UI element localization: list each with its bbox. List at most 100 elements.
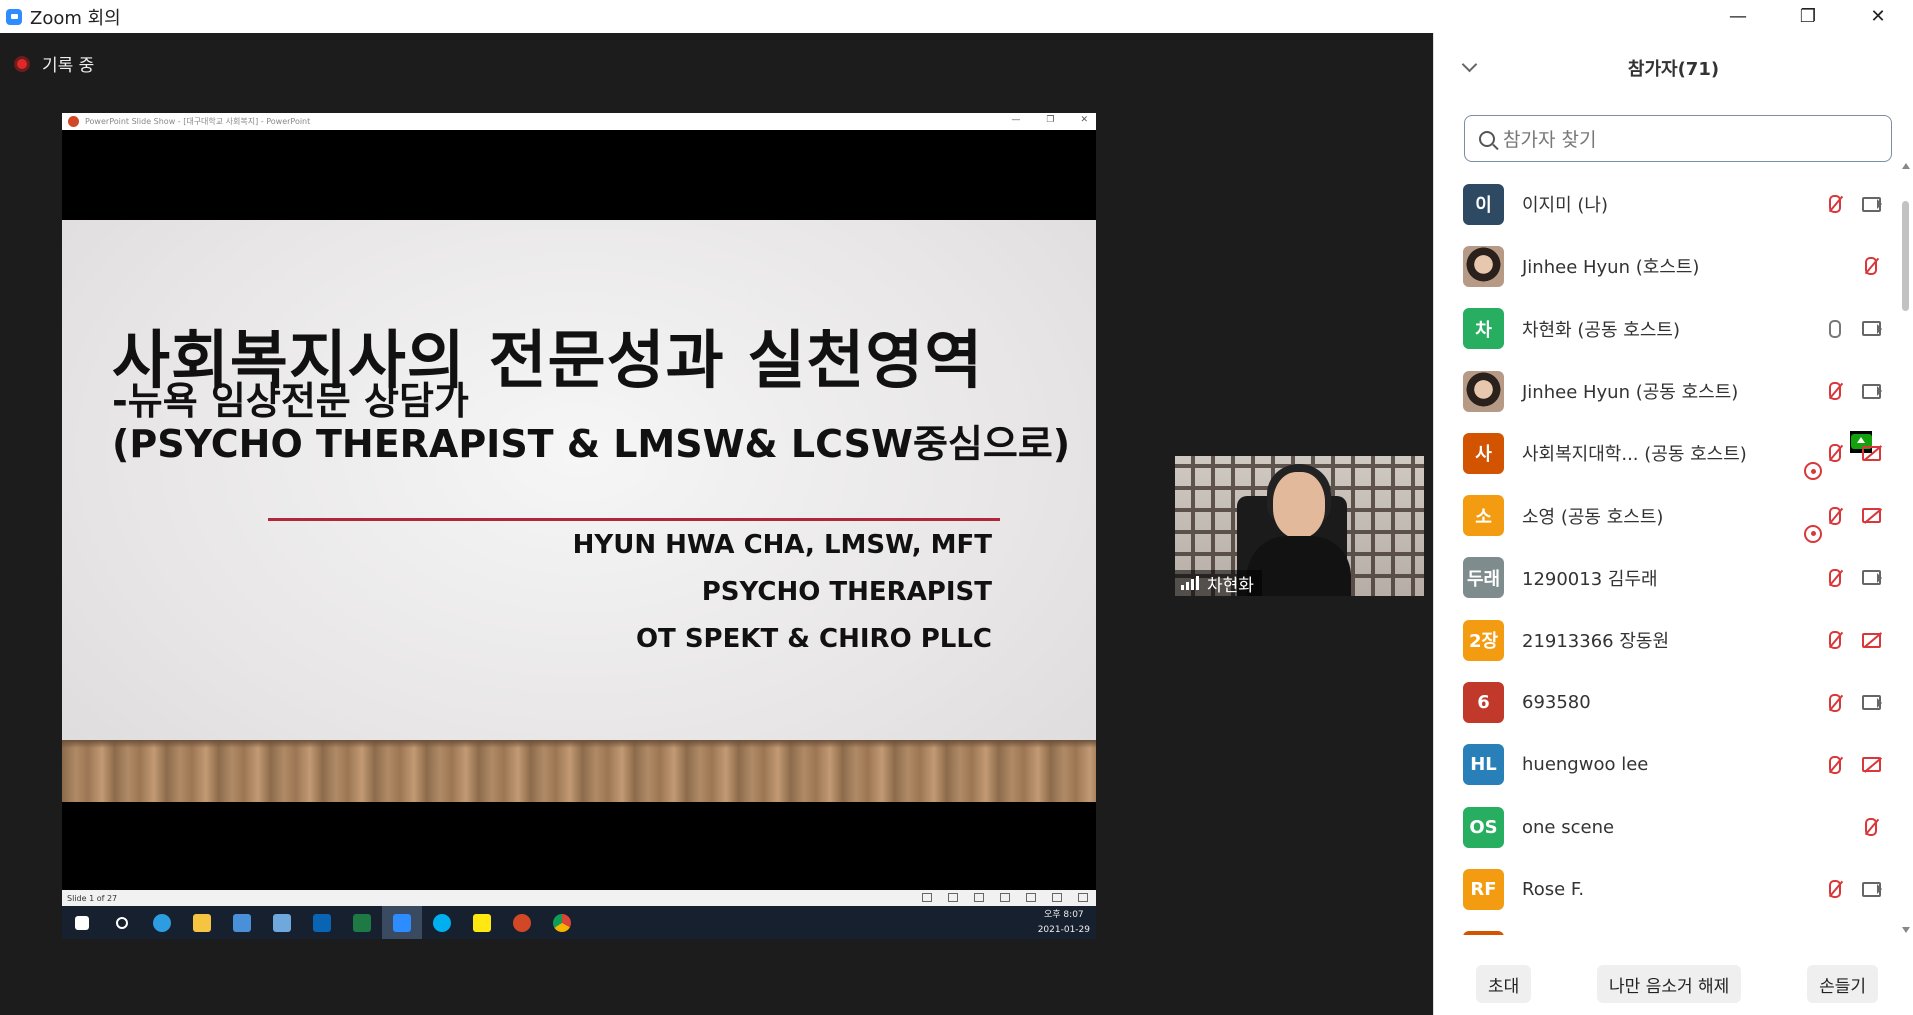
participant-name: 이지미 (나) <box>1522 195 1609 217</box>
avatar: HL <box>1463 744 1504 786</box>
participant-name: Jinhee Hyun (공동 호스트) <box>1522 382 1739 404</box>
participant-row[interactable]: 이 이지미 (나) <box>1434 173 1904 235</box>
slide-divider <box>268 518 1000 521</box>
raise-hand-button[interactable]: 손들기 <box>1807 965 1878 1003</box>
microphone-icon <box>1824 318 1846 340</box>
camera-icon <box>1860 567 1882 589</box>
participant-row[interactable]: 두래 1290013 김두래 <box>1434 547 1904 609</box>
chrome-icon <box>542 906 582 939</box>
participant-name: 소영 (공동 호스트) <box>1522 506 1664 528</box>
participant-row[interactable]: Jinhee Hyun (호스트) <box>1434 235 1904 297</box>
recording-dot-icon <box>14 55 30 72</box>
outlook-icon <box>302 906 342 939</box>
minimize-button[interactable]: — <box>1703 0 1773 33</box>
store-icon <box>222 906 262 939</box>
zoom-icon <box>382 906 422 939</box>
recording-indicator[interactable]: 기록 중 <box>14 51 94 76</box>
participant-name: 693580 <box>1522 692 1591 714</box>
participant-scrollbar[interactable] <box>1902 163 1910 933</box>
camera-off-icon <box>1860 754 1882 776</box>
slide-counter: Slide 1 of 27 <box>67 893 118 903</box>
shared-screen[interactable]: PowerPoint Slide Show - [대구대학교 사회복지] - P… <box>62 113 1096 939</box>
participant-name: 1290013 김두래 <box>1522 568 1658 590</box>
microphone-muted-icon <box>1824 878 1846 900</box>
participant-row[interactable]: OS one scene <box>1434 796 1904 858</box>
participant-row[interactable]: 소 소영 (공동 호스트) <box>1434 484 1904 546</box>
search-icon <box>102 906 142 939</box>
camera-icon <box>1860 878 1882 900</box>
close-button[interactable]: ✕ <box>1843 0 1913 33</box>
participant-row[interactable]: 2장 21913366 장동원 <box>1434 609 1904 671</box>
skype-icon <box>422 906 462 939</box>
search-placeholder: 참가자 찾기 <box>1503 129 1597 151</box>
avatar <box>1463 245 1504 287</box>
avatar: 이 <box>1463 183 1504 225</box>
slide-subtitle-2: (PSYCHO THERAPIST & LMSW& LCSW중심으로) <box>112 422 1071 466</box>
participant-search-input[interactable]: 참가자 찾기 <box>1464 115 1892 162</box>
edge-icon <box>142 906 182 939</box>
avatar: 6 <box>1463 682 1504 724</box>
avatar: 강 <box>1463 931 1504 935</box>
participants-footer: 초대 나만 음소거 해제 손들기 <box>1434 965 1904 1003</box>
ppt-window-title: PowerPoint Slide Show - [대구대학교 사회복지] - P… <box>85 117 311 126</box>
slide-wood-floor <box>62 740 1096 802</box>
clock-time: 오후 8:07 <box>1044 910 1084 920</box>
file-explorer-icon <box>182 906 222 939</box>
participant-row[interactable]: 차 차현화 (공동 호스트) <box>1434 298 1904 453</box>
powerpoint-icon <box>502 906 542 939</box>
slide-author-line: OT SPEKT & CHIRO PLLC <box>635 624 992 654</box>
participant-list: 이 이지미 (나) Jinhee Hyun (호스트) 차 차현화 (공동 호스트) Ji… <box>1434 173 1904 935</box>
participant-name: huengwoo lee <box>1522 754 1649 776</box>
avatar: RF <box>1463 868 1504 910</box>
participant-row[interactable]: 6 693580 <box>1434 671 1904 733</box>
ppt-window-bar: PowerPoint Slide Show - [대구대학교 사회복지] - P… <box>62 113 1096 130</box>
participant-row[interactable]: 강강경지 <box>1434 921 1904 935</box>
camera-icon <box>1860 318 1882 340</box>
recording-label: 기록 중 <box>42 56 95 76</box>
avatar: 차 <box>1463 308 1504 350</box>
participant-row[interactable]: 사 사회복지대학... (공동 호스트) <box>1434 422 1904 484</box>
powerpoint-icon <box>68 116 79 127</box>
collapse-chevron-icon[interactable] <box>1461 56 1478 73</box>
recording-icon <box>1802 460 1824 482</box>
participants-panel: 참가자(71) 참가자 찾기 이 이지미 (나) Jinhee Hyun (호스트)… <box>1433 33 1913 1015</box>
camera-icon <box>1860 193 1882 215</box>
participants-header: 참가자(71) <box>1434 33 1913 103</box>
participant-name: one scene <box>1522 816 1615 838</box>
camera-off-icon <box>1860 629 1882 651</box>
microphone-muted-icon <box>1824 567 1846 589</box>
unmute-me-button[interactable]: 나만 음소거 해제 <box>1597 965 1742 1003</box>
avatar: 두래 <box>1463 557 1504 599</box>
taskbar-clock: 오후 8:07 2021-01-29 <box>1038 908 1090 938</box>
video-tile[interactable]: 차현화 <box>1175 456 1424 596</box>
kakaotalk-icon <box>462 906 502 939</box>
excel-icon <box>342 906 382 939</box>
microphone-muted-icon <box>1860 255 1882 277</box>
video-participant-name: 차현화 <box>1207 575 1254 596</box>
window-titlebar: Zoom 회의 — ❐ ✕ <box>0 0 1913 33</box>
maximize-button[interactable]: ❐ <box>1773 0 1843 33</box>
slide-author-line: HYUN HWA CHA, LMSW, MFT <box>572 530 992 560</box>
participant-row[interactable]: Jinhee Hyun (공동 호스트) <box>1434 360 1904 422</box>
windows-taskbar: 오후 8:07 2021-01-29 <box>62 906 1096 939</box>
search-icon <box>1479 130 1495 147</box>
participant-row[interactable]: RF Rose F. <box>1434 858 1904 920</box>
avatar <box>1463 370 1504 412</box>
recording-icon <box>1802 523 1824 545</box>
participant-name: 21913366 장동원 <box>1522 631 1670 653</box>
microphone-muted-icon <box>1824 505 1846 527</box>
microphone-muted-icon <box>1824 692 1846 714</box>
camera-off-icon <box>1860 442 1882 464</box>
microphone-muted-icon <box>1824 754 1846 776</box>
participant-row[interactable]: HL huengwoo lee <box>1434 734 1904 796</box>
invite-button[interactable]: 초대 <box>1476 965 1532 1003</box>
video-name-tag: 차현화 <box>1175 570 1262 596</box>
microphone-muted-icon <box>1824 380 1846 402</box>
participant-name: Rose F. <box>1522 878 1585 900</box>
window-title: Zoom 회의 <box>30 7 121 29</box>
mail-icon <box>262 906 302 939</box>
windows-icon <box>62 906 102 939</box>
participant-name: 사회복지대학... (공동 호스트) <box>1522 444 1747 466</box>
avatar: 사 <box>1463 432 1504 474</box>
microphone-muted-icon <box>1824 629 1846 651</box>
